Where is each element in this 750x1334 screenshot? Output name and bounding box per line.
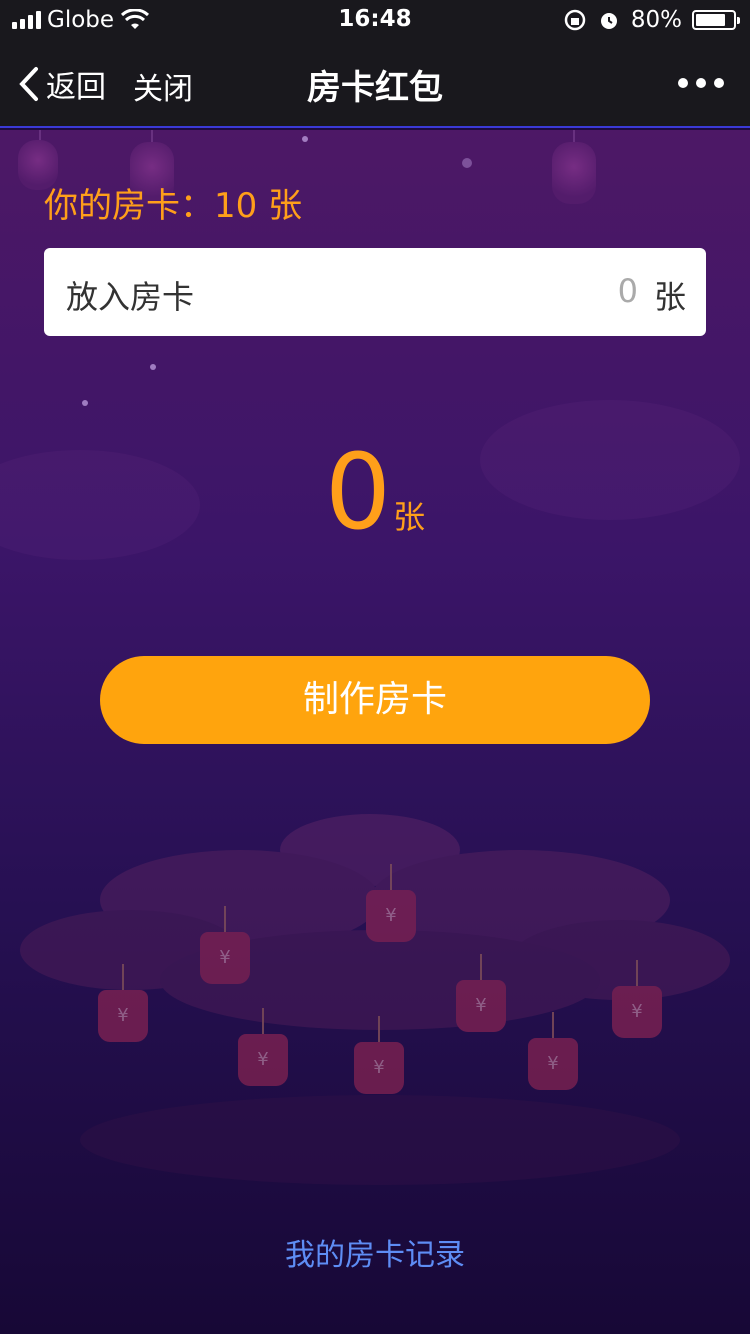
card-quantity-input[interactable]: 放入房卡 0 张 — [44, 248, 706, 336]
page-title: 房卡红包 — [307, 68, 443, 108]
sparkle-decoration — [150, 364, 156, 370]
red-packet-icon: ¥ — [366, 864, 416, 942]
my-cards-label: 你的房卡： — [44, 186, 214, 226]
battery-icon — [692, 10, 740, 30]
orientation-lock-icon — [564, 9, 586, 31]
red-packet-icon: ¥ — [238, 1008, 288, 1086]
sparkle-decoration — [462, 158, 472, 168]
card-quantity-unit: 张 — [653, 278, 686, 316]
red-packet-tree-decoration: ¥ ¥ ¥ ¥ ¥ ¥ ¥ ¥ — [0, 810, 750, 1210]
close-button[interactable]: 关闭 — [133, 64, 193, 108]
battery-fill — [696, 14, 725, 26]
total-count-display: 0张 — [0, 440, 750, 544]
lantern-decoration-icon — [552, 130, 596, 204]
red-packet-icon: ¥ — [354, 1016, 404, 1094]
sparkle-decoration — [82, 400, 88, 406]
red-packet-icon: ¥ — [456, 954, 506, 1032]
my-records-link[interactable]: 我的房卡记录 — [0, 1230, 750, 1274]
alarm-icon — [600, 13, 617, 29]
back-button[interactable]: 返回 — [18, 62, 106, 106]
nav-bar: 返回 关闭 房卡红包 — [0, 40, 750, 128]
back-label: 返回 — [46, 70, 106, 105]
my-cards-count: 你的房卡：10 张 — [44, 178, 302, 227]
main-content: 你的房卡：10 张 放入房卡 0 张 0张 制作房卡 ¥ ¥ ¥ ¥ ¥ ¥ ¥… — [0, 130, 750, 1334]
total-count-value: 0 — [324, 431, 392, 553]
battery-percent: 80% — [630, 7, 682, 33]
card-quantity-value[interactable]: 0 — [618, 272, 638, 310]
more-dots-icon[interactable] — [678, 78, 724, 88]
card-quantity-label: 放入房卡 — [66, 278, 195, 316]
red-packet-icon: ¥ — [528, 1012, 578, 1090]
status-bar: Globe 16:48 80% — [0, 0, 750, 40]
chevron-left-icon — [19, 67, 38, 101]
make-card-button[interactable]: 制作房卡 — [100, 656, 650, 744]
status-right: 80% — [563, 6, 740, 34]
my-cards-value: 10 张 — [214, 186, 303, 226]
red-packet-icon: ¥ — [98, 964, 148, 1042]
sparkle-decoration — [302, 136, 308, 142]
red-packet-icon: ¥ — [612, 960, 662, 1038]
total-count-unit: 张 — [393, 498, 426, 536]
red-packet-icon: ¥ — [200, 906, 250, 984]
